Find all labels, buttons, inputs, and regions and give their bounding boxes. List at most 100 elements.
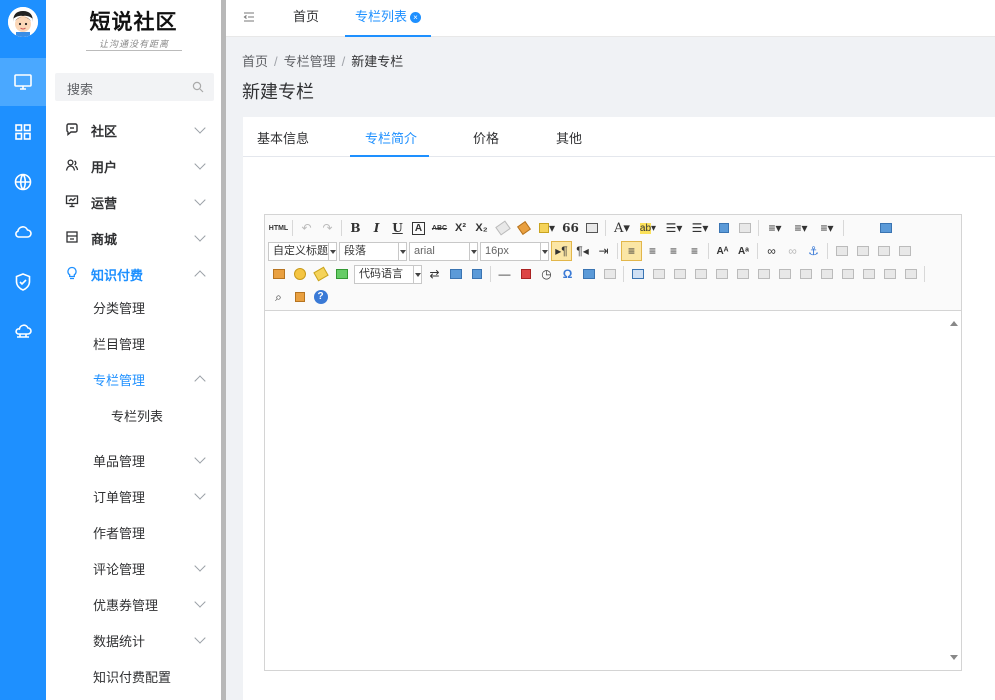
editor-content-area[interactable]: [265, 311, 947, 670]
code-language-select[interactable]: 代码语言: [354, 264, 422, 284]
tab-column-intro[interactable]: 专栏简介: [365, 128, 417, 147]
clear-doc-icon[interactable]: [734, 218, 755, 238]
sidebar-subitem-comments[interactable]: 评论管理: [46, 549, 221, 585]
bold-button[interactable]: B: [345, 218, 366, 238]
insert-frame-icon[interactable]: [331, 264, 352, 284]
align-right-icon[interactable]: ≡: [663, 241, 684, 261]
sidebar-item-users[interactable]: 用户: [46, 147, 221, 183]
font-size-select[interactable]: 16px: [480, 241, 549, 261]
table-title-icon[interactable]: [669, 264, 690, 284]
eraser-icon[interactable]: [492, 218, 513, 238]
image-center-icon[interactable]: [894, 241, 915, 261]
link-icon[interactable]: ∞: [761, 241, 782, 261]
superscript-button[interactable]: X²: [450, 218, 471, 238]
insert-row-icon[interactable]: [690, 264, 711, 284]
select-all-icon[interactable]: [713, 218, 734, 238]
html-source-button[interactable]: HTML: [268, 218, 289, 238]
insert-table-icon[interactable]: [627, 264, 648, 284]
paste-text-icon[interactable]: [581, 218, 602, 238]
logo[interactable]: 短说社区 让沟通没有距离: [46, 0, 221, 62]
insert-col-icon[interactable]: [732, 264, 753, 284]
blockquote-button[interactable]: 66: [560, 218, 581, 238]
sidebar-subitem-single[interactable]: 单品管理: [46, 441, 221, 477]
paragraph-select[interactable]: 段落: [339, 241, 407, 261]
snapscreen-icon[interactable]: [599, 264, 620, 284]
sidebar-item-store[interactable]: 商城: [46, 219, 221, 255]
row-spacing-bottom-icon[interactable]: ≡▾: [788, 218, 814, 238]
delete-col-icon[interactable]: [753, 264, 774, 284]
delete-table-icon[interactable]: [648, 264, 669, 284]
sidebar-subitem-category[interactable]: 分类管理: [46, 288, 221, 324]
image-none-icon[interactable]: [831, 241, 852, 261]
date-icon[interactable]: [515, 264, 536, 284]
sidebar-subitem-column-list[interactable]: 专栏列表: [46, 396, 221, 432]
search-replace-icon[interactable]: ⌕: [268, 287, 289, 307]
breadcrumb-item[interactable]: 专栏管理: [284, 54, 336, 69]
merge-cells-icon[interactable]: [774, 264, 795, 284]
underline-button[interactable]: U: [387, 218, 408, 238]
draft-icon[interactable]: [289, 287, 310, 307]
rtl-direction-icon[interactable]: ¶◂: [572, 241, 593, 261]
sidebar-item-operations[interactable]: 运营: [46, 183, 221, 219]
unlink-icon[interactable]: ∞: [782, 241, 803, 261]
avatar[interactable]: [8, 7, 38, 37]
collapse-menu-icon[interactable]: [243, 11, 255, 23]
sidebar-subitem-authors[interactable]: 作者管理: [46, 513, 221, 549]
font-color-button[interactable]: A ▾: [609, 218, 635, 238]
to-lowercase-icon[interactable]: Aᵃ: [733, 241, 754, 261]
merge-down-icon[interactable]: [816, 264, 837, 284]
unordered-list-icon[interactable]: ☰▾: [687, 218, 713, 238]
fullscreen-icon[interactable]: [875, 218, 896, 238]
font-family-select[interactable]: arial: [409, 241, 478, 261]
close-icon[interactable]: ×: [410, 12, 422, 23]
align-justify-icon[interactable]: ≡: [684, 241, 705, 261]
wordimage-icon[interactable]: [578, 264, 599, 284]
tab-basic-info[interactable]: 基本信息: [257, 128, 309, 147]
emotion-icon[interactable]: [289, 264, 310, 284]
font-border-button[interactable]: A: [408, 218, 429, 238]
indent-icon[interactable]: ⇥: [593, 241, 614, 261]
italic-button[interactable]: I: [366, 218, 387, 238]
tab-price[interactable]: 价格: [473, 128, 499, 147]
image-left-icon[interactable]: [852, 241, 873, 261]
strikethrough-button[interactable]: ABC: [429, 218, 450, 238]
sidebar-subitem-coupons[interactable]: 优惠券管理: [46, 585, 221, 621]
tab-other[interactable]: 其他: [556, 128, 582, 147]
background-color-button[interactable]: ab ▾: [635, 218, 661, 238]
cloud-network-icon[interactable]: [0, 308, 46, 356]
title-select[interactable]: 自定义标题: [268, 241, 337, 261]
delete-row-icon[interactable]: [711, 264, 732, 284]
scrawl-icon[interactable]: [310, 264, 331, 284]
auto-format-icon[interactable]: ▾: [534, 218, 560, 238]
row-spacing-top-icon[interactable]: ≡▾: [762, 218, 788, 238]
sidebar-subitem-orders[interactable]: 订单管理: [46, 477, 221, 513]
subscript-button[interactable]: X₂: [471, 218, 492, 238]
search-input[interactable]: 搜索: [55, 73, 214, 101]
redo-icon[interactable]: ↷: [317, 218, 338, 238]
split-cols-icon[interactable]: [879, 264, 900, 284]
shield-icon[interactable]: [0, 258, 46, 306]
help-icon[interactable]: ?: [310, 287, 331, 307]
to-uppercase-icon[interactable]: Aᴬ: [712, 241, 733, 261]
special-chars-icon[interactable]: Ω: [557, 264, 578, 284]
page-break-icon[interactable]: ⇄: [424, 264, 445, 284]
ltr-direction-icon[interactable]: ▸¶: [551, 241, 572, 261]
sidebar-subitem-section[interactable]: 栏目管理: [46, 324, 221, 360]
sidebar-subitem-column-manage[interactable]: 专栏管理: [46, 360, 221, 396]
format-brush-icon[interactable]: [513, 218, 534, 238]
template-icon[interactable]: [445, 264, 466, 284]
tab-home[interactable]: 首页: [293, 0, 319, 37]
undo-icon[interactable]: ↶: [296, 218, 317, 238]
align-center-icon[interactable]: ≡: [642, 241, 663, 261]
background-icon[interactable]: [466, 264, 487, 284]
breadcrumb-item[interactable]: 首页: [242, 54, 268, 69]
globe-icon[interactable]: [0, 158, 46, 206]
tab-column-list[interactable]: 专栏列表 ×: [345, 0, 431, 37]
ordered-list-icon[interactable]: ☰▾: [661, 218, 687, 238]
scroll-up-icon[interactable]: [950, 321, 958, 326]
time-icon[interactable]: ◷: [536, 264, 557, 284]
sidebar-subitem-config[interactable]: 知识付费配置: [46, 657, 221, 693]
scroll-down-icon[interactable]: [950, 655, 958, 660]
split-cells-icon[interactable]: [837, 264, 858, 284]
editor-scrollbar[interactable]: [947, 311, 961, 670]
